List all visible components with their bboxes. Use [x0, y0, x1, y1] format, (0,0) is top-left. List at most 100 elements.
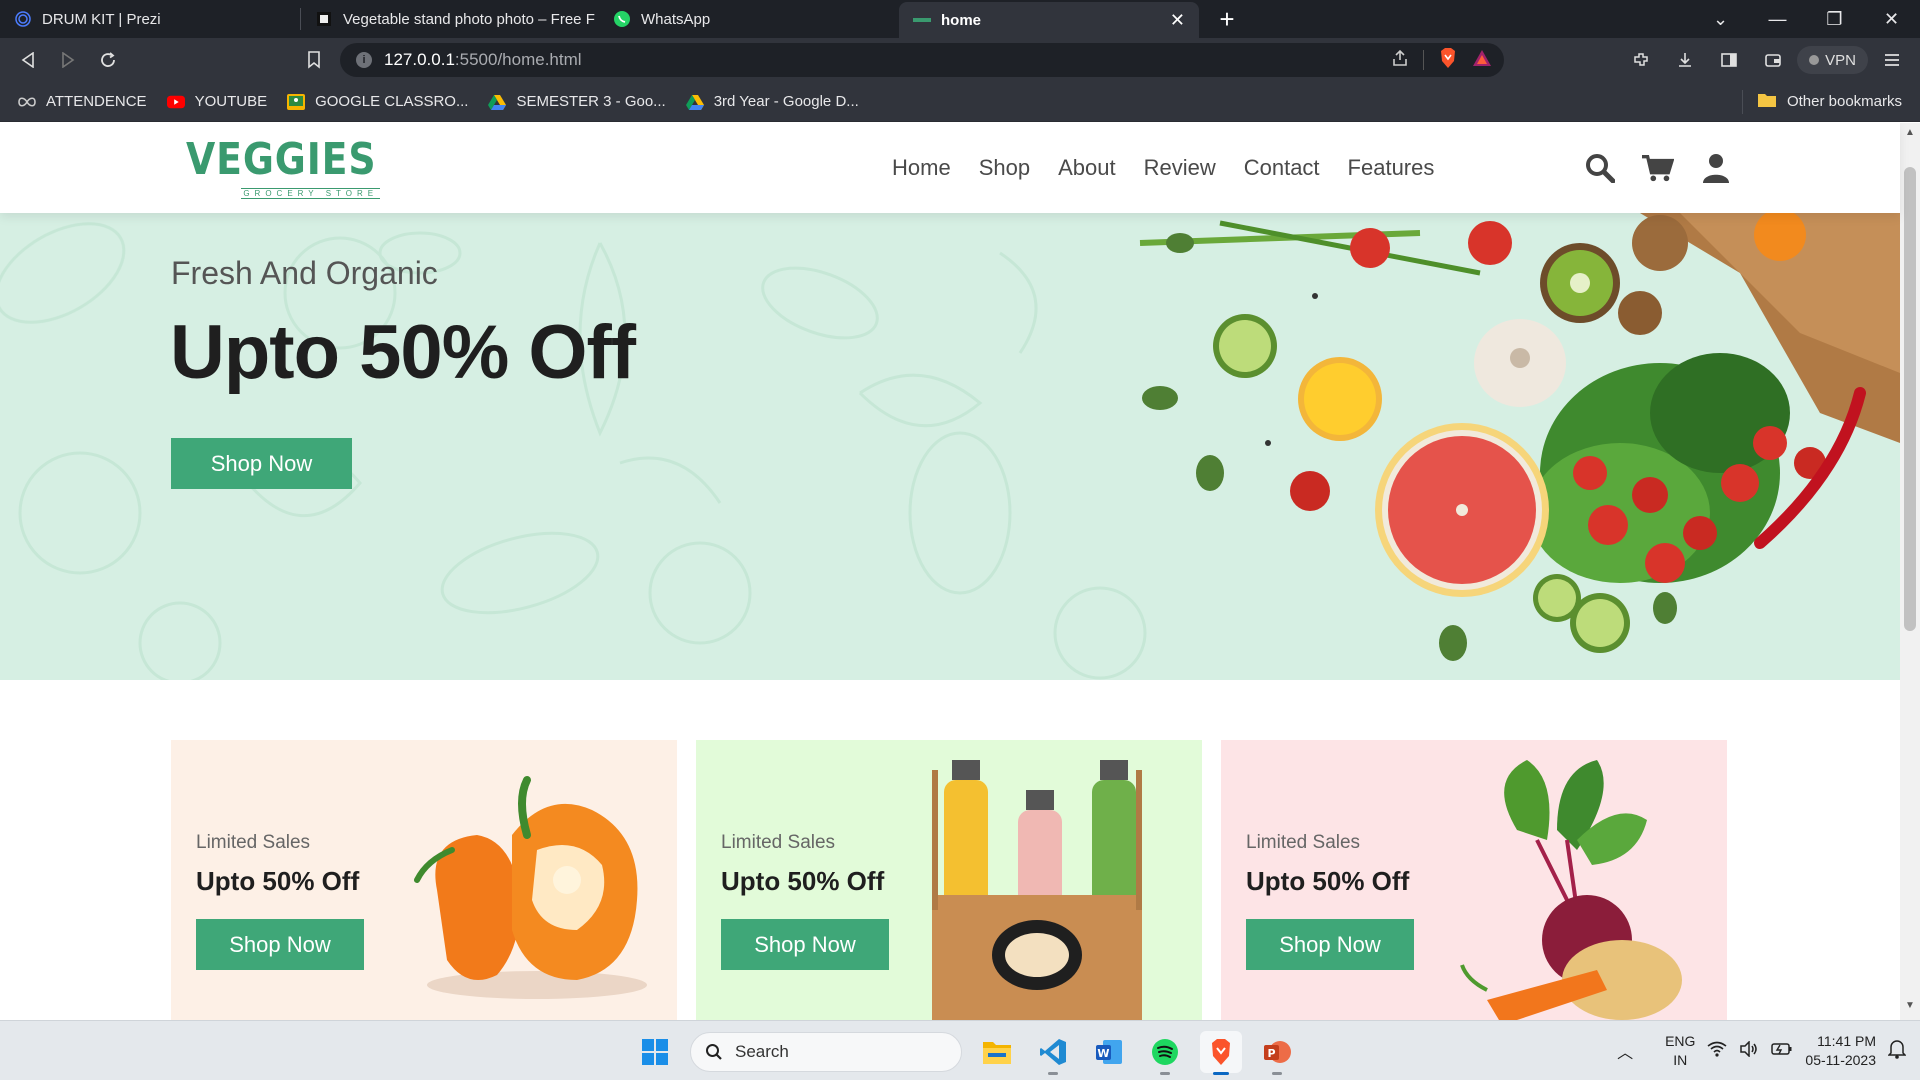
card-title: Upto 50% Off	[196, 866, 360, 896]
card-title: Upto 50% Off	[721, 866, 885, 896]
volume-icon[interactable]	[1739, 1039, 1759, 1062]
system-tray: ︿ ENG IN 11:41 PM 05-11-2023	[1617, 1021, 1920, 1081]
spotify-app[interactable]	[1144, 1031, 1186, 1075]
language-indicator[interactable]: ENG IN	[1665, 1032, 1695, 1070]
url-path: :5500/home.html	[454, 50, 582, 69]
extensions-icon[interactable]	[1621, 42, 1661, 78]
other-bookmarks-label: Other bookmarks	[1786, 93, 1902, 110]
vscode-app[interactable]	[1032, 1031, 1074, 1075]
offer-card: Limited Sales Upto 50% Off Shop Now	[696, 740, 1202, 1020]
nav-shop[interactable]: Shop	[979, 155, 1030, 181]
card-shop-now-button[interactable]: Shop Now	[196, 919, 364, 970]
tab-home[interactable]: home ✕	[899, 2, 1199, 38]
share-icon[interactable]	[1391, 49, 1409, 72]
downloads-icon[interactable]	[1665, 42, 1705, 78]
nav-about[interactable]: About	[1058, 155, 1116, 181]
site-info-icon[interactable]: i	[356, 52, 372, 68]
back-icon[interactable]	[8, 42, 48, 78]
classroom-icon	[287, 93, 306, 111]
card-subtitle: Limited Sales	[196, 832, 311, 853]
hero-banner: Fresh And Organic Upto 50% Off Shop Now	[0, 213, 1900, 680]
bookmark-icon[interactable]	[294, 42, 334, 78]
cart-icon[interactable]	[1642, 151, 1674, 185]
brave-rewards-icon[interactable]	[1472, 49, 1492, 72]
language-line1: ENG	[1665, 1033, 1696, 1049]
clock[interactable]: 11:41 PM 05-11-2023	[1805, 1032, 1876, 1070]
forward-icon[interactable]	[48, 42, 88, 78]
file-explorer-app[interactable]	[976, 1031, 1018, 1073]
powerpoint-app[interactable]: P	[1256, 1031, 1298, 1075]
windows-logo-icon	[642, 1039, 668, 1065]
tab-vegetable-stand[interactable]: Vegetable stand photo photo – Free F	[301, 0, 599, 38]
bookmark-label: GOOGLE CLASSRO...	[315, 93, 469, 110]
user-icon[interactable]	[1700, 151, 1732, 185]
search-icon	[706, 1044, 722, 1060]
nav-home[interactable]: Home	[892, 155, 951, 181]
page-viewport: VEGGIES GROCERY STORE Home Shop About Re…	[0, 123, 1920, 1020]
tab-whatsapp[interactable]: WhatsApp	[599, 0, 899, 38]
search-icon[interactable]	[1584, 151, 1616, 185]
start-button[interactable]	[634, 1031, 676, 1073]
site-header: VEGGIES GROCERY STORE Home Shop About Re…	[0, 123, 1900, 213]
close-window-icon[interactable]: ✕	[1863, 9, 1920, 30]
menu-icon[interactable]	[1872, 42, 1912, 78]
vscode-icon	[1040, 1039, 1066, 1065]
reload-icon[interactable]	[88, 42, 128, 78]
juice-box-image	[932, 760, 1142, 1020]
nav-features[interactable]: Features	[1348, 155, 1435, 181]
page-scrollbar[interactable]: ▲ ▼	[1900, 123, 1920, 1020]
taskbar-search[interactable]: Search	[690, 1032, 962, 1072]
svg-text:W: W	[1097, 1047, 1109, 1060]
scroll-down-icon[interactable]: ▼	[1900, 1000, 1920, 1018]
tab-title: WhatsApp	[641, 10, 711, 28]
other-bookmarks[interactable]: Other bookmarks	[1757, 92, 1902, 112]
site-logo[interactable]: VEGGIES GROCERY STORE	[186, 137, 407, 201]
scrollbar-thumb[interactable]	[1904, 167, 1916, 631]
taskbar-search-placeholder: Search	[735, 1042, 789, 1061]
brave-shields-icon[interactable]	[1438, 47, 1458, 74]
page-icon	[315, 10, 333, 28]
bookmark-youtube[interactable]: YOUTUBE	[166, 93, 268, 111]
wifi-icon[interactable]	[1707, 1041, 1727, 1062]
card-subtitle: Limited Sales	[721, 832, 836, 853]
tab-drum-kit[interactable]: DRUM KIT | Prezi	[0, 0, 300, 38]
nav-review[interactable]: Review	[1144, 155, 1216, 181]
bookmark-google-classroom[interactable]: GOOGLE CLASSRO...	[287, 93, 468, 111]
new-tab-button[interactable]: +	[1199, 4, 1255, 35]
vpn-button[interactable]: VPN	[1797, 46, 1868, 74]
card-title: Upto 50% Off	[1246, 866, 1410, 896]
nav-contact[interactable]: Contact	[1244, 155, 1320, 181]
address-bar[interactable]: i 127.0.0.1:5500/home.html	[340, 43, 1504, 77]
battery-icon[interactable]	[1771, 1042, 1793, 1061]
bookmark-3rd-year[interactable]: 3rd Year - Google D...	[685, 93, 859, 111]
beetroot-image	[1460, 760, 1682, 1020]
close-tab-icon[interactable]: ✕	[1170, 10, 1185, 31]
whatsapp-icon	[613, 10, 631, 28]
veggies-favicon-icon	[913, 11, 931, 29]
sidebar-icon[interactable]	[1709, 42, 1749, 78]
hero-shop-now-button[interactable]: Shop Now	[171, 438, 352, 489]
powerpoint-icon: P	[1264, 1041, 1291, 1063]
card-shop-now-button[interactable]: Shop Now	[721, 919, 889, 970]
header-icons	[1584, 151, 1732, 185]
hero-title: Upto 50% Off	[170, 310, 636, 395]
card-shop-now-button[interactable]: Shop Now	[1246, 919, 1414, 970]
scroll-up-icon[interactable]: ▲	[1900, 127, 1920, 145]
notifications-icon[interactable]	[1887, 1039, 1907, 1064]
youtube-icon	[166, 93, 185, 111]
bookmark-semester-3[interactable]: SEMESTER 3 - Goo...	[488, 93, 666, 111]
bookmark-attendence[interactable]: ATTENDENCE	[18, 93, 147, 111]
restore-icon[interactable]: ❐	[1806, 9, 1863, 30]
brave-app[interactable]	[1200, 1031, 1242, 1075]
browser-tab-bar: DRUM KIT | Prezi Vegetable stand photo p…	[0, 0, 1920, 38]
tab-search-chevron-icon[interactable]: ⌄	[1692, 9, 1749, 30]
bell-pepper-image	[414, 776, 647, 999]
offer-card: Limited Sales Upto 50% Off Shop Now	[1221, 740, 1727, 1020]
bookmark-label: YOUTUBE	[194, 93, 268, 110]
wallet-icon[interactable]	[1753, 42, 1793, 78]
word-app[interactable]: W	[1088, 1031, 1130, 1073]
minimize-icon[interactable]: —	[1749, 9, 1806, 30]
show-hidden-icons-chevron-icon[interactable]: ︿	[1617, 1039, 1633, 1063]
logo-name: VEGGIES	[186, 134, 377, 185]
windows-taskbar: Search W P ︿ ENG IN 11:41 PM 05-11-2023	[0, 1020, 1920, 1080]
